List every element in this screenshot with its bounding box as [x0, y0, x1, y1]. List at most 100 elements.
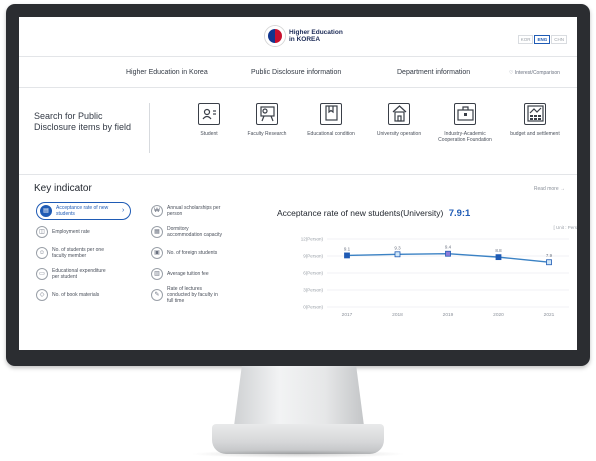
monitor-stand-neck	[234, 366, 364, 426]
y-tick-label: 9(Person)	[303, 254, 323, 259]
indicator-scholarship[interactable]: ₩ Annual scholarships per person	[151, 202, 225, 220]
lecture-icon: ✎	[151, 289, 163, 301]
data-label: 9.3	[394, 245, 401, 250]
indicator-dormitory[interactable]: ▦ Dormitory accommodation capacity	[151, 223, 225, 241]
category-budget-settlement[interactable]: budget and settlement	[505, 103, 565, 137]
category-label: Educational condition	[307, 131, 355, 137]
data-label: 7.9	[546, 253, 553, 258]
y-tick-label: 12(Person)	[301, 237, 324, 242]
indicator-label: Employment rate	[52, 229, 90, 235]
indicator-faculty-ratio[interactable]: ☺ No. of students per one faculty member	[36, 244, 110, 262]
educational-condition-icon	[320, 103, 342, 125]
logo-line-1: Higher Education	[289, 29, 343, 36]
language-switcher: KOR ENG CHN	[517, 35, 567, 44]
data-point	[394, 251, 401, 258]
read-more-link[interactable]: Read more →	[534, 186, 565, 192]
scholarship-icon: ₩	[151, 205, 163, 217]
data-point	[445, 250, 451, 257]
x-tick-label: 2019	[443, 312, 454, 318]
indicator-label: Rate of lectures conducted by faculty in…	[167, 286, 218, 304]
indicator-books[interactable]: ◇ No. of book materials	[36, 286, 110, 304]
category-university-operation[interactable]: University operation	[369, 103, 429, 137]
heart-icon: ♡	[509, 70, 514, 76]
data-label: 9.4	[445, 245, 452, 250]
field-divider	[149, 103, 150, 153]
category-faculty-research[interactable]: Faculty Research	[237, 103, 297, 137]
data-point	[546, 259, 552, 266]
indicator-label: Acceptance rate of new students	[56, 205, 109, 217]
employment-icon: ◫	[36, 226, 48, 238]
indicator-label: Average tuition fee	[167, 271, 209, 277]
chart-title-text: Acceptance rate of new students(Universi…	[277, 208, 444, 218]
acceptance-rate-chart: 12(Person) 9(Person) 6(Person) 3(Person) 0(P…	[269, 229, 577, 319]
book-icon: ◇	[36, 289, 48, 301]
chevron-right-icon: ›	[122, 207, 125, 214]
indicator-employment[interactable]: ◫ Employment rate	[36, 223, 110, 241]
faculty-ratio-icon: ☺	[36, 247, 48, 259]
taegeuk-logo-icon	[265, 26, 285, 46]
budget-settlement-icon	[524, 103, 546, 125]
industry-cooperation-icon	[454, 103, 476, 125]
arrow-right-icon: →	[560, 186, 565, 192]
tuition-icon: ▥	[151, 268, 163, 280]
indicator-label: Dormitory accommodation capacity	[167, 226, 223, 238]
indicator-lectures[interactable]: ✎ Rate of lectures conducted by faculty …	[151, 286, 225, 304]
x-tick-label: 2021	[544, 312, 555, 318]
monitor-stage: Higher Education in KOREA KOR ENG CHN Hi…	[0, 0, 596, 461]
indicator-tuition[interactable]: ▥ Average tuition fee	[151, 265, 225, 283]
indicator-foreign-students[interactable]: ▣ No. of foreign students	[151, 244, 225, 262]
lang-chn[interactable]: CHN	[551, 35, 567, 44]
main-nav: Higher Education in Korea Public Disclos…	[19, 58, 577, 88]
indicator-acceptance-rate[interactable]: ▤ Acceptance rate of new students ›	[36, 202, 132, 220]
interest-label: Interest/Comparison	[514, 70, 560, 76]
category-label: Student	[200, 131, 218, 137]
category-label: Faculty Research	[247, 131, 287, 137]
category-label: University operation	[376, 131, 422, 137]
category-educational-condition[interactable]: Educational condition	[301, 103, 361, 137]
site-logo[interactable]: Higher Education in KOREA	[265, 26, 343, 46]
dormitory-icon: ▦	[151, 226, 163, 238]
university-operation-icon	[388, 103, 410, 125]
logo-line-2: in KOREA	[289, 36, 321, 43]
category-label: Industry-Academic Cooperation Foundation	[438, 131, 492, 143]
faculty-research-icon	[256, 103, 278, 125]
acceptance-icon: ▤	[40, 205, 52, 217]
monitor-bezel: Higher Education in KOREA KOR ENG CHN Hi…	[6, 4, 590, 366]
nav-interest-comparison[interactable]: ♡ Interest/Comparison	[509, 70, 560, 76]
nav-public-disclosure[interactable]: Public Disclosure information	[251, 69, 341, 76]
y-tick-label: 6(Person)	[303, 271, 323, 276]
field-search-section: Search for Public Disclosure items by fi…	[19, 89, 577, 175]
data-label: 9.1	[344, 246, 351, 251]
category-label: budget and settlement	[510, 131, 560, 137]
key-indicator-title: Key indicator	[34, 183, 92, 194]
category-industry-cooperation[interactable]: Industry-Academic Cooperation Foundation	[435, 103, 495, 143]
field-search-title: Search for Public Disclosure items by fi…	[34, 111, 132, 132]
chart-title: Acceptance rate of new students(Universi…	[277, 208, 470, 219]
read-more-label: Read more	[533, 186, 559, 192]
indicator-label: Annual scholarships per person	[167, 205, 221, 217]
expenditure-icon: ▭	[36, 268, 48, 280]
category-student[interactable]: Student	[179, 103, 239, 137]
foreign-students-icon: ▣	[151, 247, 163, 259]
indicator-expenditure[interactable]: ▭ Educational expenditure per student	[36, 265, 110, 283]
line-chart-svg: 12(Person) 9(Person) 6(Person) 3(Person) 0(P…	[301, 237, 569, 318]
indicator-label: No. of book materials	[52, 292, 100, 298]
x-tick-label: 2017	[342, 312, 353, 318]
y-tick-label: 3(Person)	[303, 288, 323, 293]
data-point	[344, 252, 350, 259]
data-label: 8.8	[495, 248, 502, 253]
data-point	[495, 254, 502, 261]
lang-kor[interactable]: KOR	[517, 35, 534, 44]
chart-ratio-value: 7.9:1	[448, 208, 471, 219]
website-screen: Higher Education in KOREA KOR ENG CHN Hi…	[19, 17, 577, 350]
top-header: Higher Education in KOREA KOR ENG CHN	[19, 17, 577, 57]
stand-shadow	[190, 450, 406, 458]
student-icon	[198, 103, 220, 125]
indicator-label: No. of foreign students	[167, 250, 218, 256]
lang-eng[interactable]: ENG	[534, 35, 551, 44]
nav-department-info[interactable]: Department information	[397, 69, 470, 76]
nav-higher-education[interactable]: Higher Education in Korea	[126, 69, 208, 76]
y-tick-label: 0(Person)	[303, 305, 323, 310]
indicator-label: Educational expenditure per student	[52, 268, 106, 280]
indicator-label: No. of students per one faculty member	[52, 247, 104, 259]
